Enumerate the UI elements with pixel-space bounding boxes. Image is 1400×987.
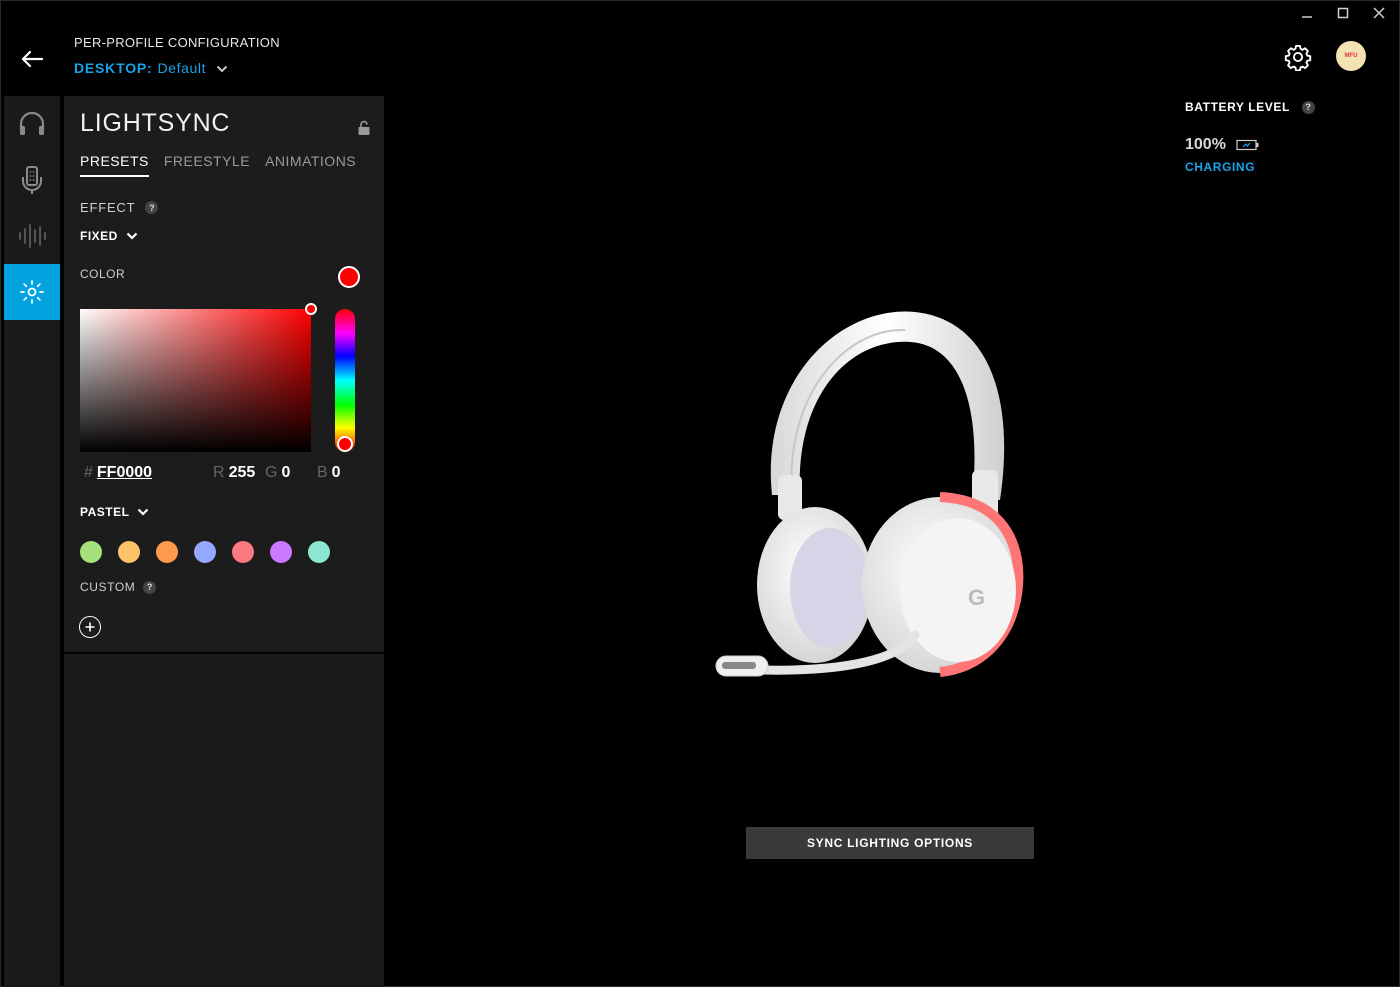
sync-lighting-options-button[interactable]: SYNC LIGHTING OPTIONS	[746, 827, 1034, 859]
red-field: R 255	[213, 464, 255, 482]
green-input[interactable]: 0	[281, 464, 290, 482]
plus-icon	[85, 622, 95, 632]
effect-label: EFFECT	[80, 200, 136, 215]
red-input[interactable]: 255	[229, 464, 256, 482]
unlock-icon[interactable]	[357, 120, 371, 136]
blue-input[interactable]: 0	[332, 464, 341, 482]
close-icon	[1373, 7, 1385, 19]
palette-swatch[interactable]	[80, 541, 102, 563]
avatar[interactable]: MFU	[1336, 41, 1366, 71]
palette-swatch[interactable]	[194, 541, 216, 563]
headset-image: G	[700, 300, 1040, 700]
custom-section-label: CUSTOM ?	[80, 580, 157, 594]
help-icon[interactable]: ?	[145, 201, 159, 214]
color-label: COLOR	[80, 267, 126, 281]
palette-swatches	[80, 541, 330, 563]
back-button[interactable]	[18, 46, 46, 72]
svg-text:G: G	[968, 585, 985, 610]
settings-button[interactable]	[1284, 43, 1312, 72]
hue-slider[interactable]	[335, 309, 355, 452]
current-color-swatch[interactable]	[338, 266, 360, 288]
chevron-down-icon	[138, 508, 149, 516]
palette-swatch[interactable]	[118, 541, 140, 563]
lightsync-icon	[20, 280, 44, 304]
rail-item-lightsync[interactable]	[4, 264, 60, 320]
rail-item-microphone[interactable]	[4, 152, 60, 208]
sv-picker-handle[interactable]	[305, 303, 317, 315]
window-controls	[1300, 6, 1386, 20]
red-label: R	[213, 464, 225, 481]
green-label: G	[265, 464, 278, 481]
tab-freestyle[interactable]: FREESTYLE	[164, 153, 250, 177]
headset-icon	[19, 111, 45, 135]
blue-label: B	[317, 464, 328, 481]
effect-section-label: EFFECT ?	[80, 200, 159, 215]
lightsync-tabs: PRESETS FREESTYLE ANIMATIONS	[80, 153, 356, 177]
headset-illustration: G	[715, 311, 1024, 677]
blue-field: B 0	[317, 464, 341, 482]
chevron-down-icon	[126, 232, 138, 240]
green-field: G 0	[265, 464, 290, 482]
rail-item-audio[interactable]	[4, 208, 60, 264]
avatar-text: MFU	[1344, 53, 1358, 59]
panel-filler	[64, 654, 384, 987]
close-button[interactable]	[1372, 6, 1386, 20]
maximize-button[interactable]	[1336, 6, 1350, 20]
gear-icon	[1284, 44, 1312, 72]
panel-title: LIGHTSYNC	[80, 109, 231, 137]
chevron-down-icon	[216, 65, 228, 73]
maximize-icon	[1337, 7, 1349, 19]
left-nav-rail	[4, 96, 60, 987]
tab-animations[interactable]: ANIMATIONS	[265, 153, 356, 177]
minimize-icon	[1302, 16, 1312, 18]
battery-status: CHARGING	[1185, 160, 1256, 174]
battery-level: 100%	[1185, 136, 1260, 154]
palette-swatch[interactable]	[308, 541, 330, 563]
hex-prefix: #	[84, 464, 93, 481]
lightsync-panel: LIGHTSYNC PRESETS FREESTYLE ANIMATIONS E…	[64, 96, 384, 652]
effect-value: FIXED	[80, 229, 118, 243]
microphone-icon	[22, 166, 42, 194]
custom-label: CUSTOM	[80, 580, 136, 594]
hex-input[interactable]: FF0000	[97, 464, 152, 482]
hex-field: # FF0000	[84, 464, 152, 482]
help-icon[interactable]: ?	[1301, 100, 1315, 114]
battery-section-label: BATTERY LEVEL ?	[1185, 100, 1315, 114]
rail-item-headset[interactable]	[4, 96, 60, 152]
add-custom-color-button[interactable]	[79, 616, 101, 638]
effect-dropdown[interactable]: FIXED	[80, 229, 138, 243]
minimize-button[interactable]	[1300, 6, 1314, 20]
profile-selector[interactable]: DESKTOP: Default	[74, 60, 228, 76]
saturation-value-picker[interactable]	[80, 303, 317, 452]
hue-slider-handle[interactable]	[337, 436, 353, 452]
soundwave-icon	[19, 224, 46, 248]
palette-name: PASTEL	[80, 505, 130, 519]
battery-percent: 100%	[1185, 136, 1226, 153]
battery-charging-icon	[1236, 139, 1259, 151]
battery-label: BATTERY LEVEL	[1185, 100, 1290, 114]
help-icon[interactable]: ?	[143, 580, 157, 594]
palette-swatch[interactable]	[270, 541, 292, 563]
palette-dropdown[interactable]: PASTEL	[80, 505, 149, 519]
tab-presets[interactable]: PRESETS	[80, 153, 149, 177]
profile-device: DESKTOP:	[74, 60, 153, 76]
palette-swatch[interactable]	[232, 541, 254, 563]
palette-swatch[interactable]	[156, 541, 178, 563]
page-title: PER-PROFILE CONFIGURATION	[74, 35, 280, 50]
arrow-left-icon	[21, 50, 44, 68]
profile-name: Default	[157, 60, 207, 76]
